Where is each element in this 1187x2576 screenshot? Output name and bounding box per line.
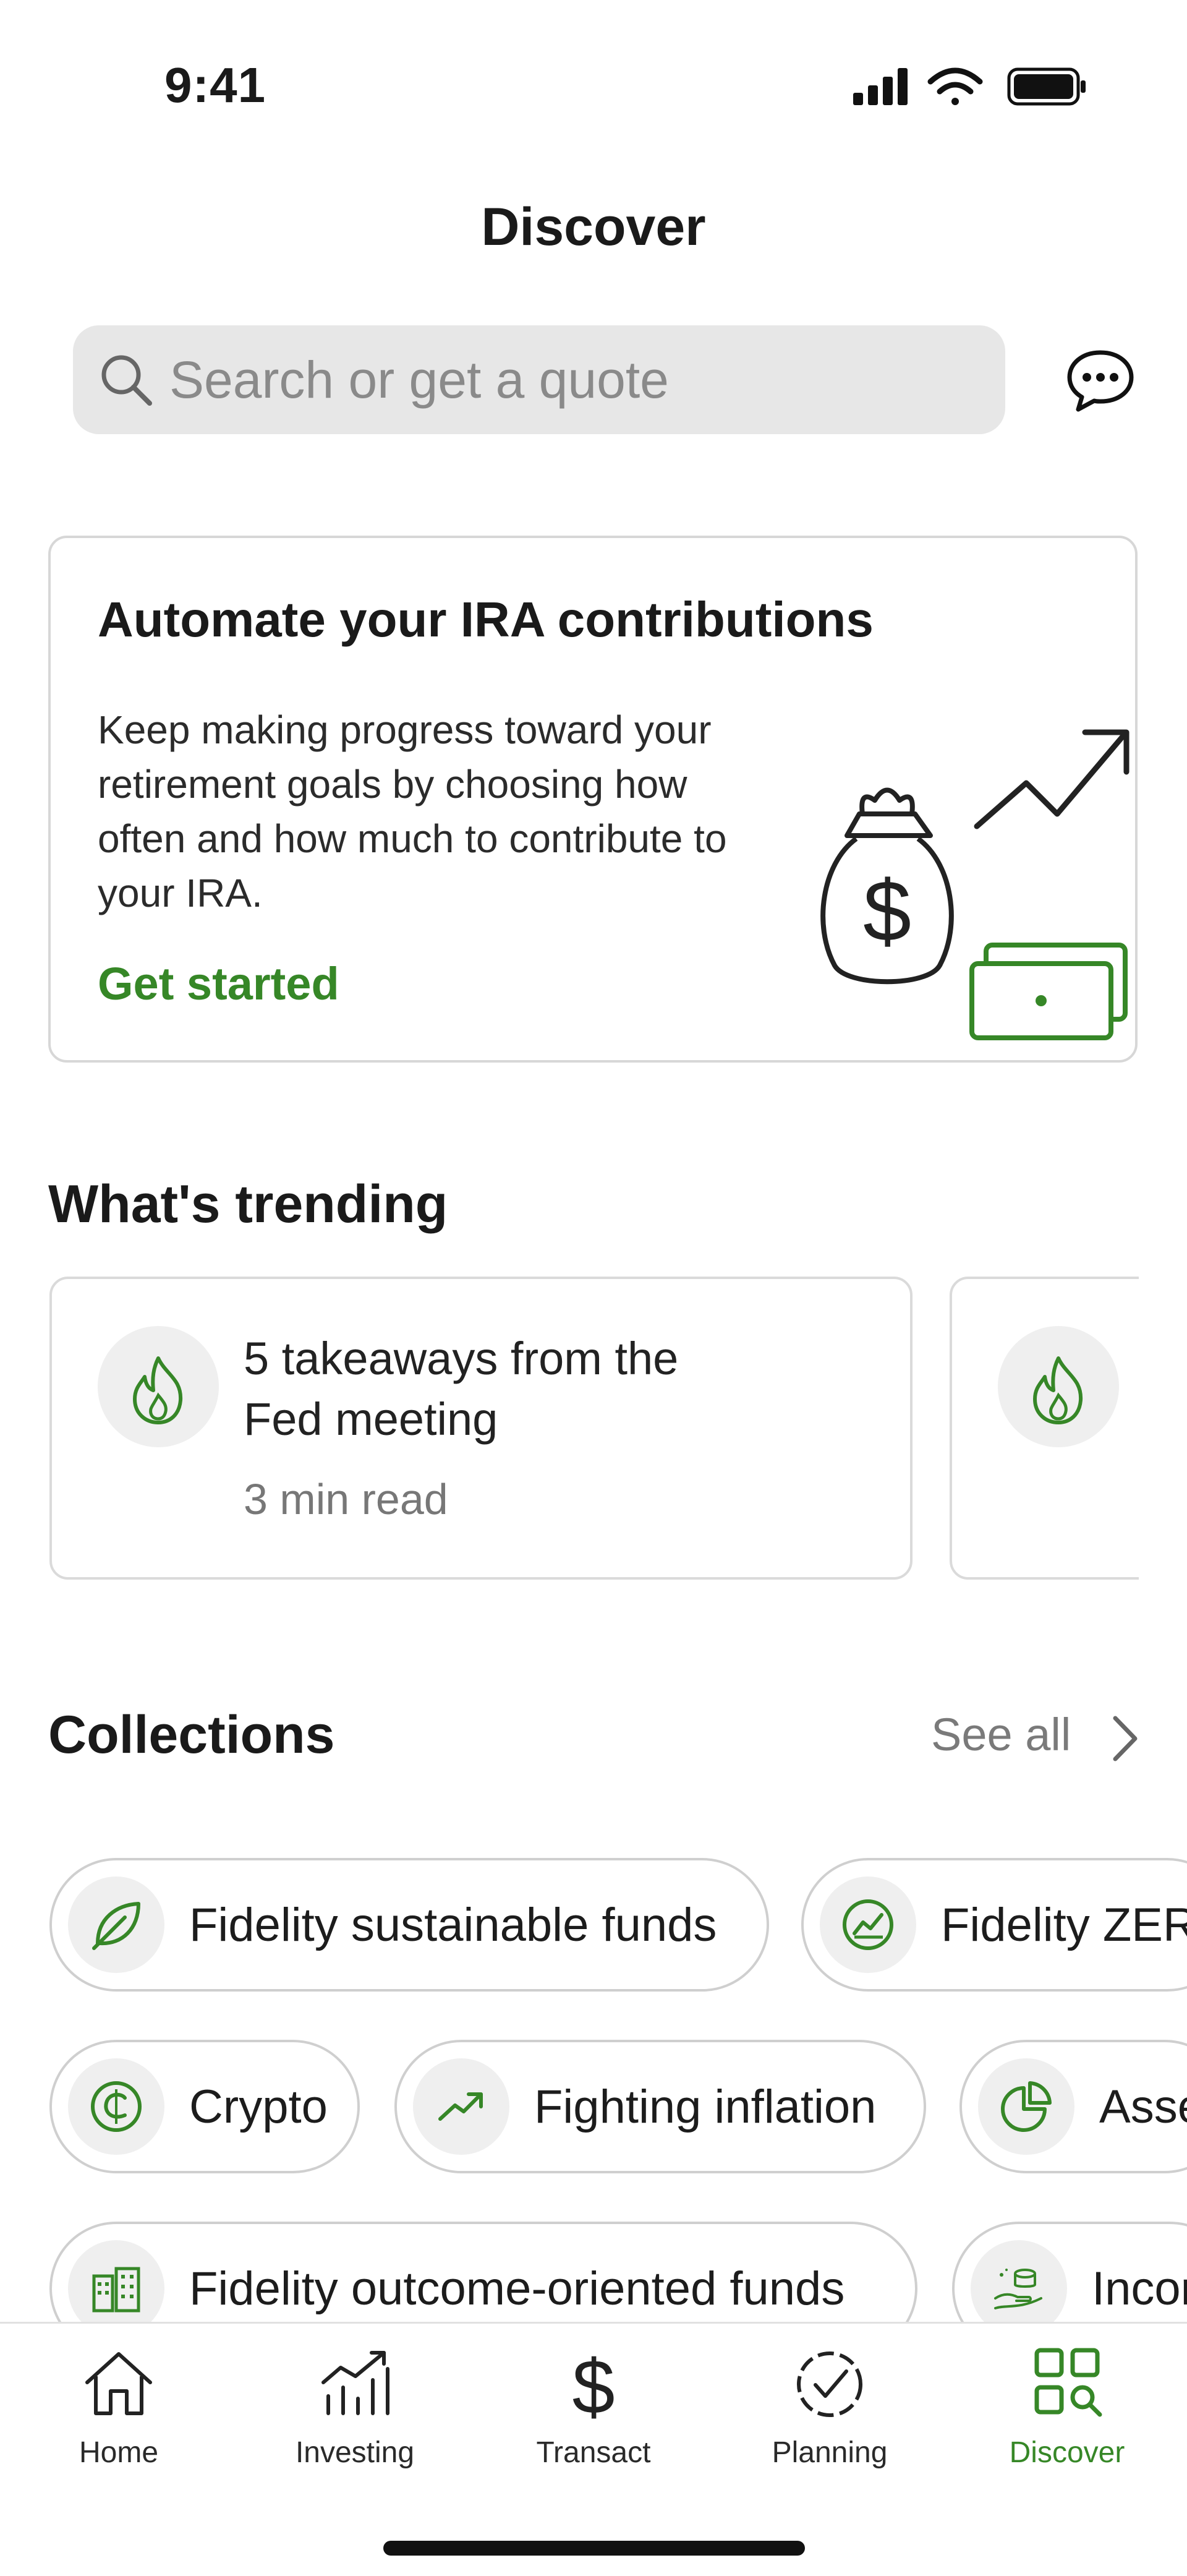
trending-headline: 5 takeaways from the Fed meeting <box>244 1333 679 1445</box>
battery-icon <box>1007 67 1086 106</box>
trending-read-time: 3 min read <box>244 1475 448 1523</box>
nav-planning[interactable]: Planning <box>749 2344 910 2480</box>
collection-chip[interactable]: Fighting inflation <box>394 2040 926 2173</box>
chart-icon <box>843 1899 893 1950</box>
svg-text:$: $ <box>572 2345 615 2424</box>
home-icon <box>85 2352 152 2415</box>
trending-icon-bg <box>98 1326 219 1447</box>
buildings-icon <box>92 2267 140 2313</box>
search-icon <box>101 355 152 406</box>
collections-title: Collections <box>48 1705 335 1765</box>
promo-body: Keep making progress toward your retirem… <box>98 708 727 915</box>
trending-up-icon <box>438 2092 483 2121</box>
hand-coins-icon <box>994 2269 1042 2309</box>
see-all-link[interactable]: See all <box>931 1708 1071 1761</box>
chip-label: Fighting inflation <box>534 2080 877 2133</box>
chip-label: Asset <box>1099 2080 1187 2133</box>
leaf-icon <box>92 1902 140 1950</box>
chip-label: Crypto <box>189 2080 328 2133</box>
promo-title: Automate your IRA contributions <box>98 592 874 647</box>
home-indicator <box>383 2541 805 2556</box>
nav-home[interactable]: Home <box>38 2344 199 2480</box>
nav-label: Discover <box>1009 2436 1125 2469</box>
search-bar[interactable] <box>73 325 1005 434</box>
page-title: Discover <box>481 197 706 257</box>
chip-label: Fidelity sustainable funds <box>189 1898 717 1951</box>
nav-label: Transact <box>536 2436 651 2469</box>
nav-transact[interactable]: $ Transact <box>513 2344 674 2480</box>
nav-label: Home <box>79 2436 159 2469</box>
collection-chip[interactable]: Fidelity sustainable funds <box>49 1858 769 1992</box>
svg-text:$: $ <box>863 862 911 959</box>
dollar-icon: $ <box>572 2345 615 2424</box>
signal-icon <box>853 68 908 105</box>
wifi-icon <box>927 67 983 105</box>
search-input[interactable] <box>168 349 974 411</box>
collection-chip[interactable]: Fidelity ZERO <box>801 1858 1187 1992</box>
chip-label: Fidelity outcome-oriented funds <box>189 2262 845 2315</box>
status-time: 9:41 <box>164 58 266 113</box>
fire-icon <box>1033 1356 1083 1424</box>
fire-icon <box>133 1356 183 1424</box>
collection-chip[interactable]: Asset <box>959 2040 1187 2173</box>
nav-label: Planning <box>772 2436 888 2469</box>
money-bag-illustration: $ <box>820 729 1130 1040</box>
nav-label: Investing <box>295 2436 415 2469</box>
investing-icon <box>321 2351 389 2415</box>
status-icons <box>853 67 1086 106</box>
discover-icon <box>1034 2348 1102 2417</box>
crypto-coin-icon <box>91 2081 142 2132</box>
pie-chart-icon <box>1001 2081 1052 2132</box>
get-started-link[interactable]: Get started <box>98 957 339 1010</box>
planning-icon <box>797 2351 862 2417</box>
chip-label: Fidelity ZERO <box>941 1898 1187 1951</box>
chat-icon[interactable] <box>1063 346 1138 414</box>
trending-title: What's trending <box>48 1175 448 1234</box>
collection-chip[interactable]: Crypto <box>49 2040 360 2173</box>
chip-label: Income <box>1092 2262 1187 2315</box>
chevron-right-icon[interactable] <box>1107 1711 1144 1766</box>
nav-discover[interactable]: Discover <box>987 2344 1147 2480</box>
nav-investing[interactable]: Investing <box>274 2344 435 2480</box>
trending-icon-bg <box>998 1326 1119 1447</box>
carousel-edge-mask <box>1139 1225 1187 1658</box>
